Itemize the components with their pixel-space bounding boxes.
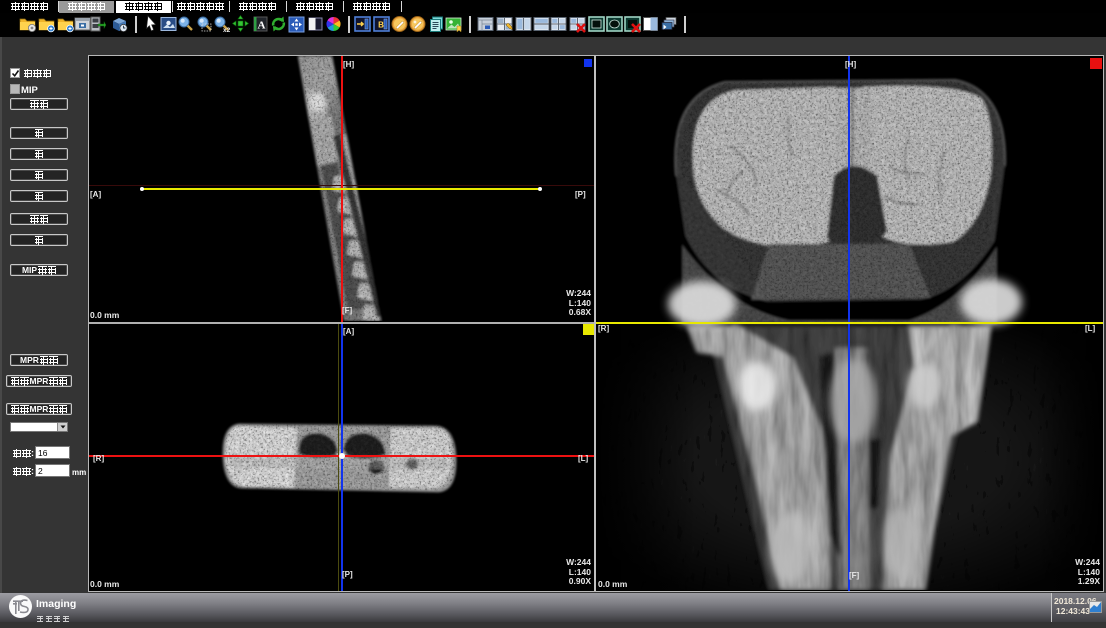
svg-text:x2: x2	[223, 27, 230, 33]
svg-text:A: A	[257, 20, 265, 32]
svg-text:B: B	[378, 21, 384, 30]
